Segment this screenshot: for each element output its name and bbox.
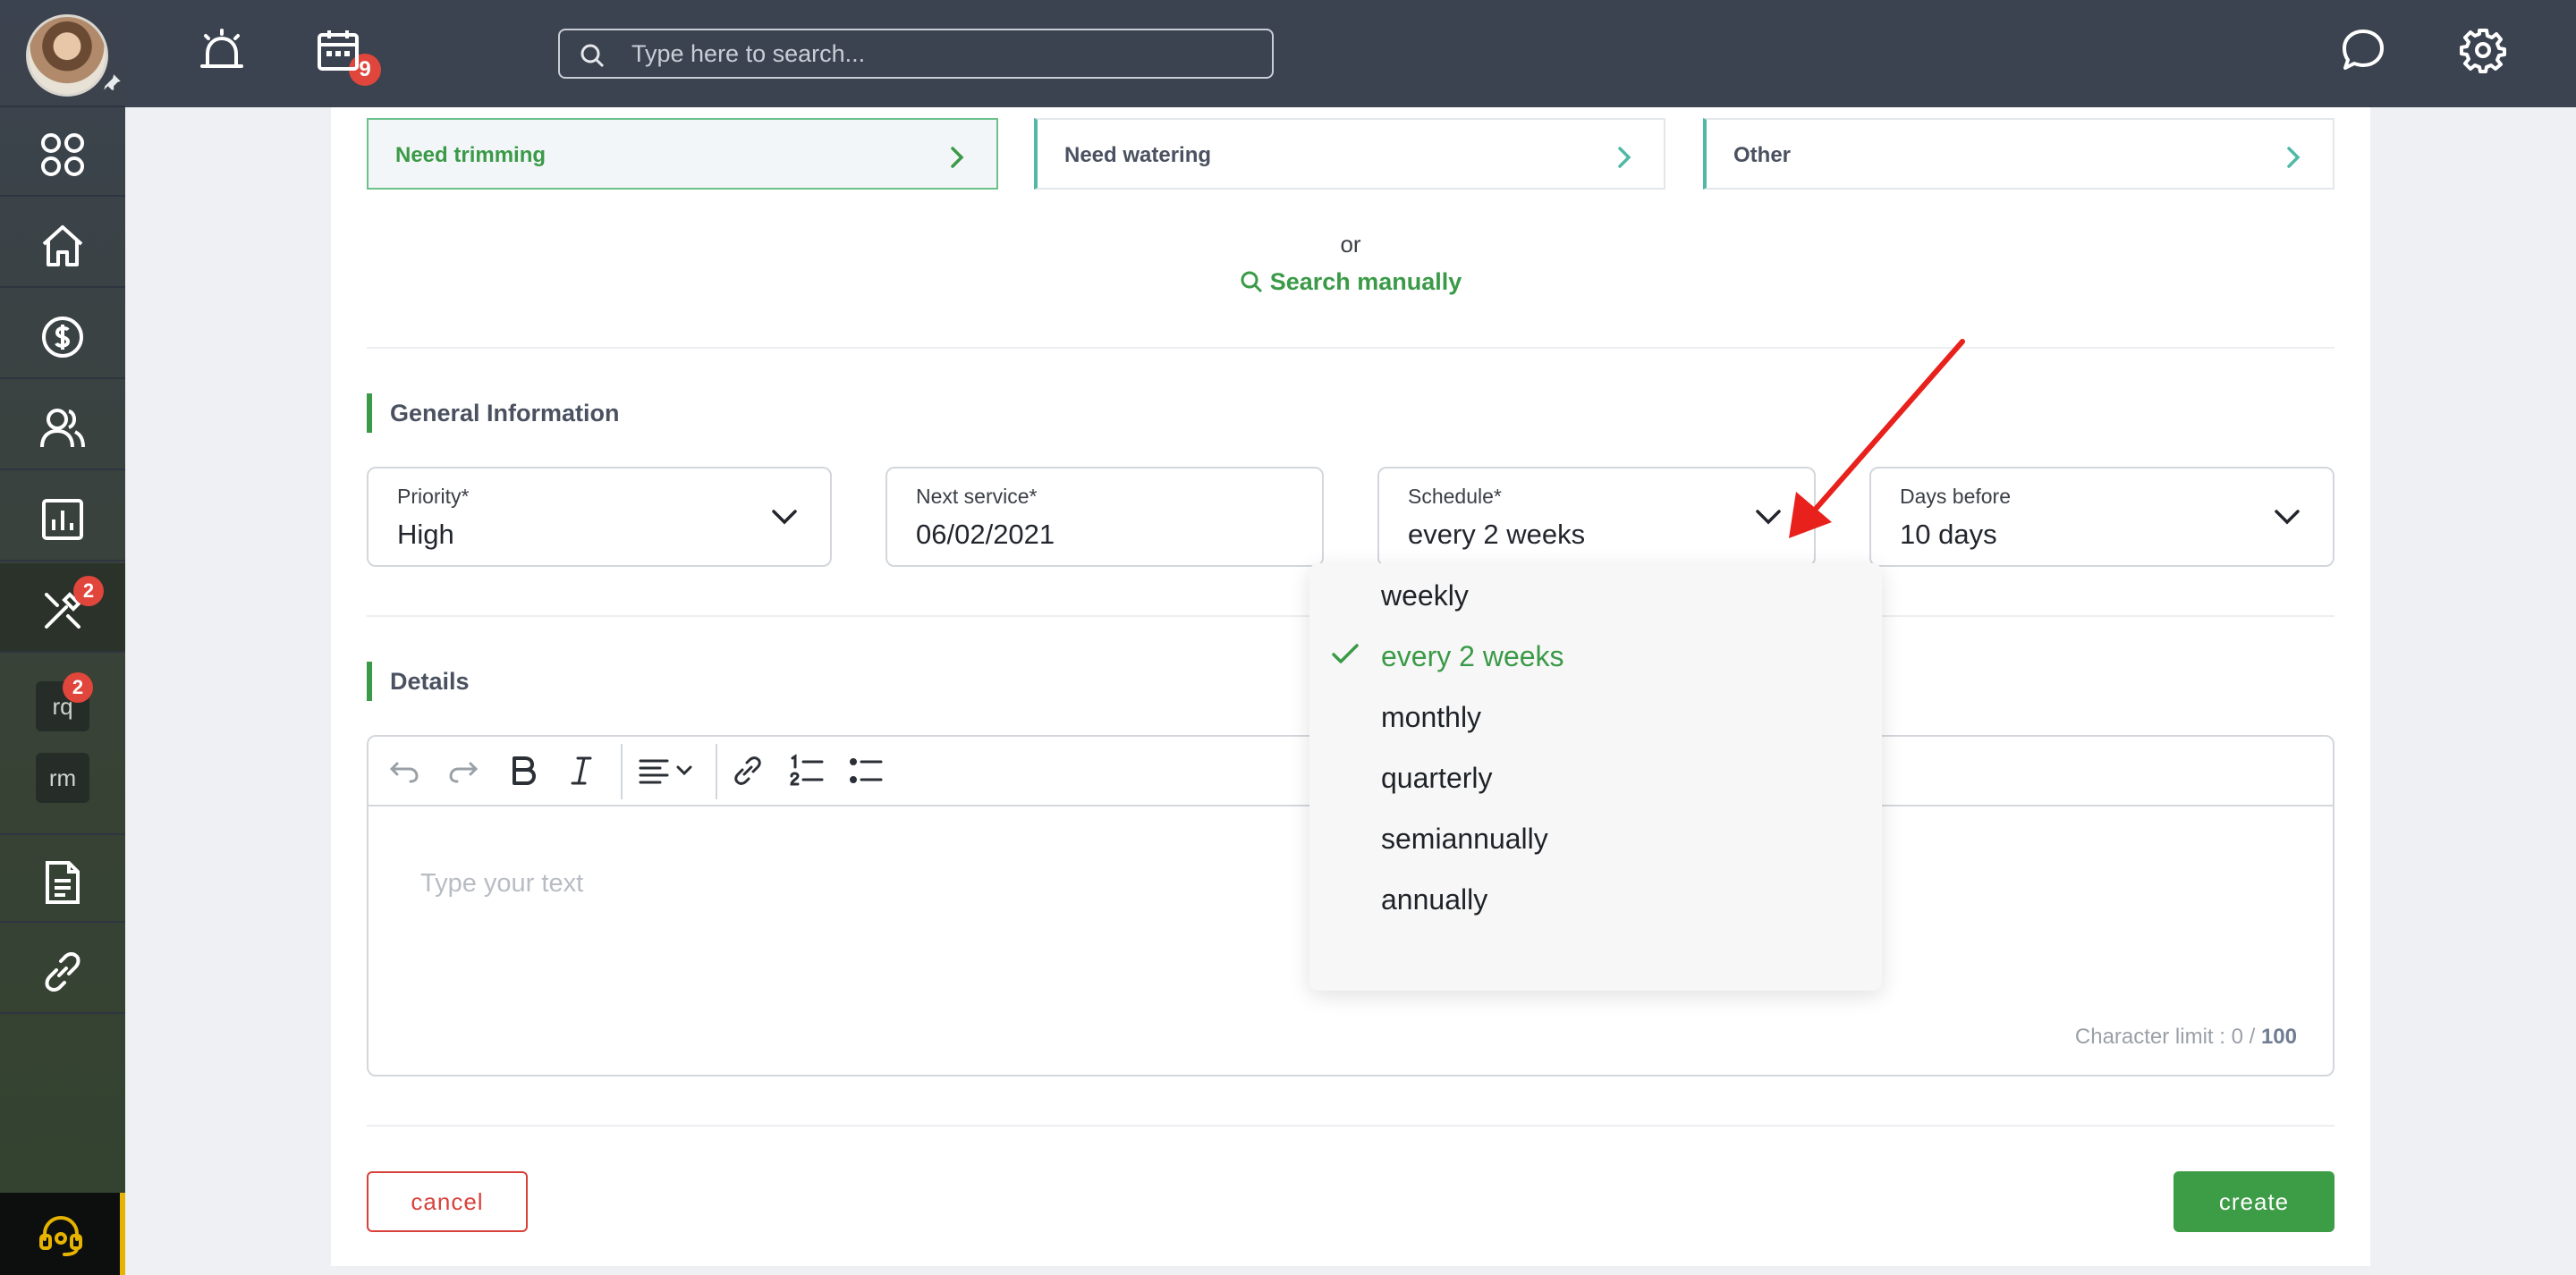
character-limit-label: Character limit : 0 / bbox=[2074, 1025, 2256, 1049]
category-other[interactable]: Other bbox=[1703, 118, 2334, 190]
sidebar-item-billing[interactable] bbox=[0, 290, 125, 379]
align-icon[interactable] bbox=[637, 753, 699, 789]
sidebar-item-services[interactable]: 2 bbox=[0, 563, 125, 653]
search-icon bbox=[580, 44, 605, 68]
schedule-value: every 2 weeks bbox=[1408, 519, 1586, 550]
priority-label: Priority* bbox=[397, 485, 470, 508]
headset-icon bbox=[39, 1215, 82, 1256]
chevron-down-icon bbox=[772, 510, 797, 525]
rq-badge: 2 bbox=[63, 672, 93, 703]
search-manually-link[interactable]: Search manually bbox=[331, 268, 2370, 296]
category-need-trimming[interactable]: Need trimming bbox=[367, 118, 998, 190]
chevron-down-icon bbox=[2275, 510, 2300, 525]
next-service-label: Next service* bbox=[916, 485, 1038, 508]
home-icon bbox=[42, 225, 83, 266]
sidebar-item-reports[interactable] bbox=[0, 472, 125, 562]
divider bbox=[367, 347, 2334, 349]
users-icon bbox=[40, 409, 85, 448]
document-icon bbox=[46, 861, 80, 904]
character-limit-max: 100 bbox=[2260, 1025, 2297, 1049]
bullet-list-icon[interactable] bbox=[848, 753, 884, 789]
sidebar-chip-rm[interactable]: rm bbox=[36, 753, 89, 803]
bold-icon[interactable] bbox=[504, 753, 540, 789]
chat-icon[interactable] bbox=[2340, 27, 2386, 73]
alarm-icon[interactable] bbox=[197, 27, 247, 77]
pin-icon[interactable] bbox=[100, 72, 123, 95]
toolbar-separator bbox=[716, 744, 717, 799]
search-input[interactable] bbox=[631, 38, 1258, 70]
category-label: Need watering bbox=[1064, 143, 1212, 167]
sidebar-avatar-area bbox=[0, 0, 125, 107]
editor-placeholder[interactable]: Type your text bbox=[420, 869, 583, 899]
section-general-information: General Information bbox=[367, 393, 620, 433]
section-details: Details bbox=[367, 662, 470, 701]
calendar-icon[interactable] bbox=[315, 27, 361, 73]
link-icon bbox=[45, 951, 80, 992]
chevron-right-icon bbox=[951, 147, 964, 168]
gear-icon[interactable] bbox=[2460, 27, 2506, 73]
character-limit: Character limit : 0 / 100 bbox=[2075, 1025, 2297, 1050]
top-bar: 9 bbox=[125, 0, 2576, 107]
next-service-value: 06/02/2021 bbox=[916, 519, 1055, 550]
italic-icon[interactable] bbox=[564, 753, 599, 789]
divider bbox=[367, 1125, 2334, 1127]
dollar-icon bbox=[42, 317, 83, 358]
check-icon bbox=[1332, 644, 1359, 663]
category-label: Need trimming bbox=[395, 143, 547, 167]
sidebar: 2 rq 2 rm bbox=[0, 0, 125, 1275]
schedule-option-every-2-weeks[interactable]: every 2 weeks bbox=[1381, 640, 1564, 673]
priority-value: High bbox=[397, 519, 454, 550]
schedule-option-weekly[interactable]: weekly bbox=[1381, 579, 1469, 612]
grid-icon bbox=[41, 133, 84, 176]
chart-icon bbox=[42, 499, 83, 540]
schedule-select[interactable]: Schedule* every 2 weeks bbox=[1377, 467, 1816, 567]
sidebar-item-links[interactable] bbox=[0, 925, 125, 1014]
annotation-arrow-icon bbox=[1789, 339, 1965, 538]
sidebar-item-documents[interactable] bbox=[0, 833, 125, 923]
schedule-option-annually[interactable]: annually bbox=[1381, 883, 1487, 916]
category-label: Other bbox=[1733, 143, 1792, 167]
search-icon bbox=[1241, 271, 1262, 293]
schedule-option-quarterly[interactable]: quarterly bbox=[1381, 762, 1493, 795]
undo-icon[interactable] bbox=[386, 753, 422, 789]
search-manually-label: Search manually bbox=[1269, 268, 1462, 295]
chevron-right-icon bbox=[1618, 147, 1631, 168]
next-service-field[interactable]: Next service* 06/02/2021 bbox=[886, 467, 1324, 567]
cancel-button[interactable]: cancel bbox=[367, 1171, 528, 1232]
link-icon[interactable] bbox=[730, 753, 766, 789]
services-badge: 2 bbox=[73, 576, 104, 606]
search-box bbox=[558, 29, 1274, 79]
sidebar-support[interactable] bbox=[0, 1193, 125, 1275]
category-need-watering[interactable]: Need watering bbox=[1034, 118, 1665, 190]
numbered-list-icon[interactable] bbox=[789, 753, 825, 789]
avatar[interactable] bbox=[26, 14, 108, 97]
or-text: or bbox=[1340, 231, 1361, 258]
schedule-dropdown: weekly every 2 weeks monthly quarterly s… bbox=[1309, 563, 1882, 991]
redo-icon[interactable] bbox=[445, 753, 481, 789]
schedule-option-semiannually[interactable]: semiannually bbox=[1381, 823, 1548, 856]
sidebar-item-dashboard[interactable] bbox=[0, 107, 125, 197]
toolbar-separator bbox=[621, 744, 623, 799]
schedule-option-monthly[interactable]: monthly bbox=[1381, 701, 1481, 734]
schedule-label: Schedule* bbox=[1408, 485, 1502, 508]
priority-select[interactable]: Priority* High bbox=[367, 467, 832, 567]
create-button[interactable]: create bbox=[2174, 1171, 2334, 1232]
chevron-right-icon bbox=[2287, 147, 2301, 168]
sidebar-item-home[interactable] bbox=[0, 198, 125, 288]
sidebar-item-clients[interactable] bbox=[0, 381, 125, 470]
